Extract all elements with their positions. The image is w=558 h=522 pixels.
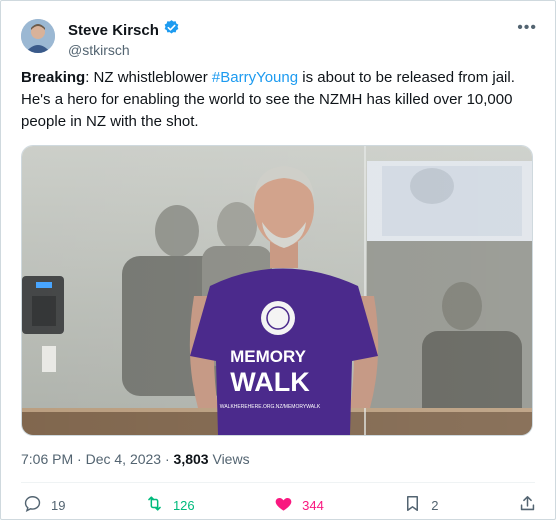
tweet-date[interactable]: Dec 4, 2023 (86, 451, 162, 467)
views-count: 3,803 (173, 451, 209, 467)
like-button[interactable]: 344 (274, 494, 324, 516)
tweet-text: Breaking: NZ whistleblower #BarryYoung i… (21, 67, 521, 133)
share-button[interactable] (518, 494, 537, 516)
tweet-photo[interactable]: MEMORY WALK WALKHEREHERE.ORG.NZ/MEMORYWA… (21, 145, 533, 436)
reply-icon (23, 494, 42, 516)
retweet-count: 126 (172, 497, 195, 513)
reply-button[interactable]: 19 (23, 494, 65, 516)
retweet-icon (145, 494, 164, 516)
tweet-lead: Breaking (21, 69, 86, 86)
divider (21, 482, 535, 483)
bookmark-icon (403, 494, 422, 516)
heart-icon (274, 494, 293, 516)
shirt-text-memory: MEMORY (230, 347, 307, 366)
share-icon (518, 494, 537, 516)
bookmark-count: 2 (431, 497, 439, 513)
bookmark-button[interactable]: 2 (403, 494, 439, 516)
meta-separator: · (73, 451, 86, 467)
tweet-card: Steve Kirsch @stkirsch ••• Breaking: NZ … (0, 0, 556, 520)
reply-count: 19 (51, 497, 66, 513)
verified-badge-icon (163, 19, 180, 41)
views-label: Views (208, 451, 250, 467)
author-handle[interactable]: @stkirsch (68, 41, 180, 60)
shirt-text-walk: WALK (230, 367, 310, 397)
tweet-meta: 7:06 PM · Dec 4, 2023 · 3,803 Views (21, 451, 250, 467)
hashtag-link[interactable]: #BarryYoung (212, 69, 298, 86)
tweet-text-part1: : NZ whistleblower (85, 69, 212, 86)
tweet-header: Steve Kirsch @stkirsch ••• (21, 17, 537, 59)
action-bar: 19 126 344 2 (23, 491, 537, 519)
like-count: 344 (302, 497, 324, 513)
author-name[interactable]: Steve Kirsch (68, 21, 159, 40)
tweet-time[interactable]: 7:06 PM (21, 451, 73, 467)
more-options-icon[interactable]: ••• (517, 19, 537, 37)
avatar[interactable] (21, 19, 55, 53)
retweet-button[interactable]: 126 (145, 494, 195, 516)
meta-separator: · (161, 451, 174, 467)
shirt-text-url: WALKHEREHERE.ORG.NZ/MEMORYWALK (220, 404, 321, 410)
